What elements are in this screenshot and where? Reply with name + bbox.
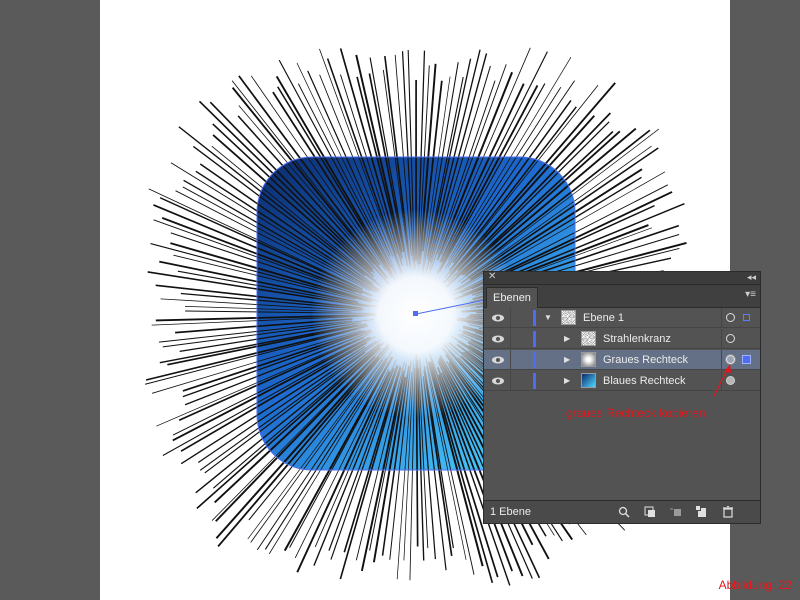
layer-color-bar [533, 373, 536, 389]
column-divider [510, 350, 511, 370]
layer-thumbnail [581, 331, 596, 346]
layer-name[interactable]: Graues Rechteck [603, 350, 688, 370]
panel-footer: 1 Ebene [484, 500, 760, 523]
clipping-mask-icon[interactable] [644, 506, 656, 518]
layers-panel[interactable]: ✕ ◂◂ Ebenen ▾≡ ▼ Ebene 1 ▶ Strahlenkranz ▶ Gr… [483, 271, 761, 524]
selection-indicator-icon[interactable] [742, 355, 751, 364]
visibility-eye-icon[interactable] [490, 308, 506, 328]
visibility-eye-icon[interactable] [490, 371, 506, 391]
layer-color-bar [533, 310, 536, 326]
target-appearance-icon[interactable] [726, 376, 735, 385]
layer-row[interactable]: ▼ Ebene 1 [484, 308, 760, 328]
selection-indicator-icon[interactable] [743, 314, 750, 321]
layer-color-bar [533, 352, 536, 368]
expand-triangle-right-icon[interactable]: ▶ [564, 329, 570, 349]
trash-icon[interactable] [722, 506, 734, 518]
column-divider [510, 329, 511, 349]
column-divider [721, 350, 722, 370]
tab-layers[interactable]: Ebenen [486, 287, 538, 308]
collapse-icon[interactable]: ◂◂ [747, 271, 756, 283]
column-divider [510, 308, 511, 328]
layer-color-bar [533, 331, 536, 347]
layer-row[interactable]: ▶ Blaues Rechteck [484, 371, 760, 391]
expand-triangle-down-icon[interactable]: ▼ [544, 308, 552, 328]
column-divider [721, 308, 722, 328]
close-icon[interactable]: ✕ [488, 271, 496, 283]
annotation-text: graues Rechteck kopieren [566, 406, 706, 420]
expand-triangle-right-icon[interactable]: ▶ [564, 371, 570, 391]
target-appearance-icon[interactable] [726, 334, 735, 343]
target-appearance-icon[interactable] [726, 355, 735, 364]
visibility-eye-icon[interactable] [490, 350, 506, 370]
locate-object-icon[interactable] [618, 506, 630, 518]
panel-titlebar[interactable]: ✕ ◂◂ [484, 271, 760, 285]
column-divider [721, 329, 722, 349]
target-appearance-icon[interactable] [726, 313, 735, 322]
visibility-eye-icon[interactable] [490, 329, 506, 349]
panel-menu-icon[interactable]: ▾≡ [745, 289, 756, 300]
new-layer-icon[interactable] [696, 506, 708, 518]
column-divider [721, 371, 722, 391]
layer-thumbnail [581, 373, 596, 388]
layer-count: 1 Ebene [490, 506, 531, 518]
layer-row[interactable]: ▶ Graues Rechteck [484, 350, 760, 370]
layer-thumbnail [581, 352, 596, 367]
expand-triangle-right-icon[interactable]: ▶ [564, 350, 570, 370]
layer-name[interactable]: Blaues Rechteck [603, 371, 686, 391]
panel-tabbar: Ebenen ▾≡ [484, 285, 760, 308]
column-divider [510, 371, 511, 391]
new-sublayer-icon[interactable] [670, 506, 682, 518]
center-anchor-point[interactable] [413, 311, 418, 316]
layer-name[interactable]: Strahlenkranz [603, 329, 671, 349]
figure-caption: Abbildung: 22 [718, 578, 792, 592]
layer-name[interactable]: Ebene 1 [583, 308, 624, 328]
layer-thumbnail [561, 310, 576, 325]
layer-row[interactable]: ▶ Strahlenkranz [484, 329, 760, 349]
